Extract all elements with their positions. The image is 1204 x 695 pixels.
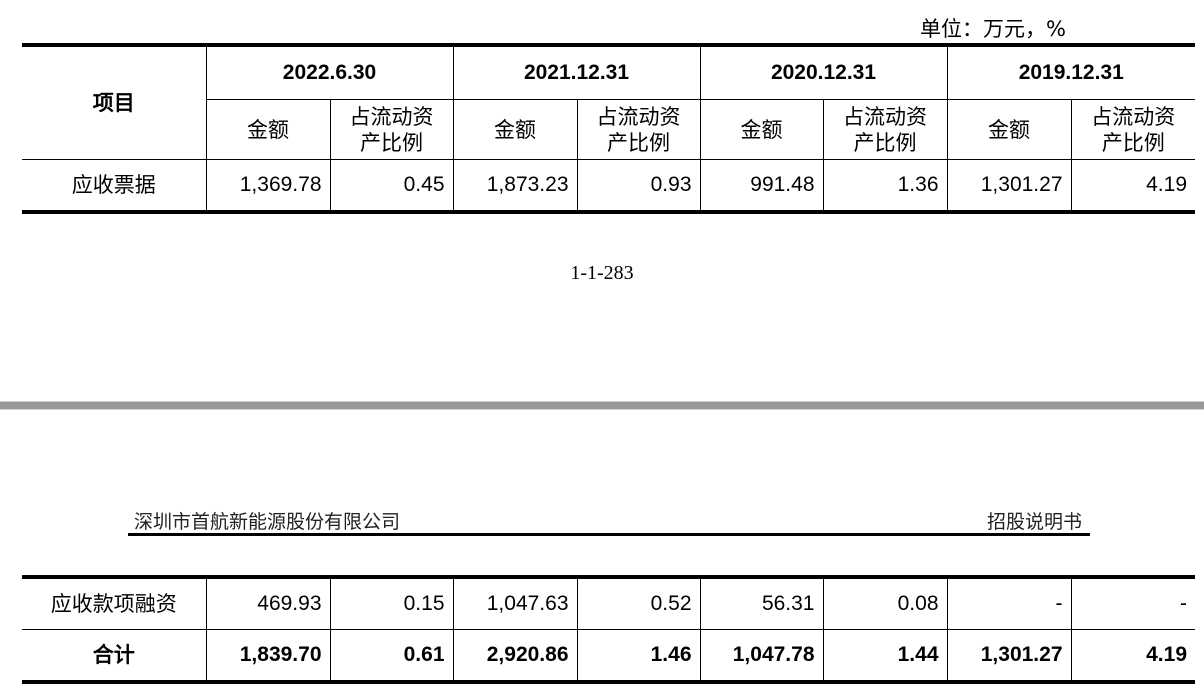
amount-header: 金额 [206, 99, 331, 160]
period-header: 2019.12.31 [946, 44, 1195, 100]
cell-amount: 1,301.27 [946, 629, 1072, 683]
cell-amount: 56.31 [699, 576, 824, 630]
cell-amount: 1,047.78 [699, 629, 824, 683]
cell-ratio: 1.36 [822, 159, 948, 213]
period-header: 2022.6.30 [205, 44, 454, 100]
ratio-header-line1: 占流动资 [596, 104, 681, 129]
document-header: 深圳市首航新能源股份有限公司 招股说明书 [128, 507, 1090, 536]
ratio-header-line2: 产比例 [1101, 130, 1165, 155]
cell-amount: 991.48 [699, 159, 824, 213]
cell-amount: 1,369.78 [205, 159, 331, 213]
table-row-total: 合计 1,839.70 0.61 2,920.86 1.46 1,047.78 … [22, 629, 1195, 683]
ratio-header-line1: 占流动资 [1091, 104, 1176, 129]
page-separator [0, 401, 1204, 410]
cell-amount: 2,920.86 [452, 629, 578, 683]
period-header: 2020.12.31 [699, 44, 948, 100]
cell-ratio: 4.19 [1070, 159, 1195, 213]
ratio-header-line1: 占流动资 [843, 104, 927, 129]
cell-ratio: 0.45 [329, 159, 454, 213]
item-header: 项目 [22, 44, 207, 160]
period-header: 2021.12.31 [452, 44, 701, 100]
ratio-header-line2: 产比例 [853, 130, 917, 155]
financial-table-continued: 应收款项融资 469.93 0.15 1,047.63 0.52 56.31 0… [22, 575, 1195, 684]
cell-ratio: 4.19 [1070, 629, 1195, 683]
ratio-header: 占流动资 产比例 [822, 99, 948, 160]
unit-label: 单位：万元，% [920, 17, 1066, 41]
cell-ratio: 0.08 [822, 576, 948, 630]
ratio-header-line1: 占流动资 [349, 104, 434, 129]
cell-ratio: 1.44 [822, 629, 948, 683]
cell-ratio: - [1070, 576, 1195, 630]
cell-ratio: 0.15 [329, 576, 454, 630]
company-name: 深圳市首航新能源股份有限公司 [134, 511, 401, 533]
cell-ratio: 0.93 [576, 159, 701, 213]
row-label: 应收款项融资 [22, 576, 207, 630]
amount-header: 金额 [699, 99, 824, 160]
ratio-header: 占流动资 产比例 [329, 99, 454, 160]
table-row: 应收款项融资 469.93 0.15 1,047.63 0.52 56.31 0… [22, 576, 1195, 630]
header-row-periods: 项目 2022.6.30 2021.12.31 2020.12.31 2019.… [22, 44, 1195, 160]
amount-header: 金额 [452, 99, 578, 160]
row-label: 应收票据 [22, 159, 207, 213]
cell-amount: 1,873.23 [452, 159, 578, 213]
cell-ratio: 0.61 [329, 629, 454, 683]
financial-table-top: 项目 2022.6.30 2021.12.31 2020.12.31 2019.… [22, 43, 1195, 214]
ratio-header-line2: 产比例 [360, 130, 423, 155]
cell-amount: - [946, 576, 1072, 630]
ratio-header-line2: 产比例 [607, 130, 670, 155]
cell-ratio: 0.52 [576, 576, 701, 630]
ratio-header: 占流动资 产比例 [576, 99, 701, 160]
document-type: 招股说明书 [986, 511, 1082, 533]
cell-amount: 1,839.70 [205, 629, 331, 683]
ratio-header: 占流动资 产比例 [1070, 99, 1195, 160]
row-label: 合计 [22, 629, 207, 683]
cell-ratio: 1.46 [576, 629, 701, 683]
table-row: 应收票据 1,369.78 0.45 1,873.23 0.93 991.48 … [22, 159, 1195, 213]
cell-amount: 469.93 [205, 576, 331, 630]
amount-header: 金额 [946, 99, 1072, 160]
cell-amount: 1,047.63 [452, 576, 578, 630]
page-number: 1-1-283 [570, 262, 634, 284]
cell-amount: 1,301.27 [946, 159, 1072, 213]
